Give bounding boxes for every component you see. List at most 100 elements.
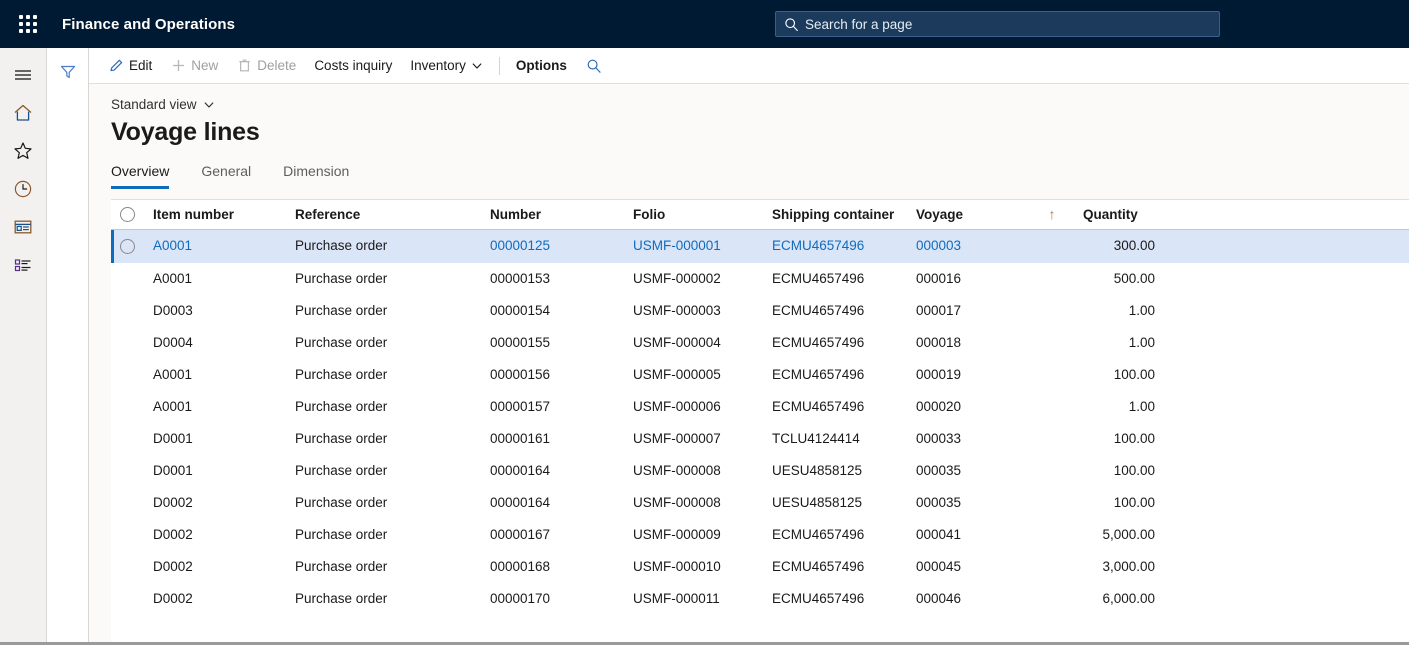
cell-shipping-container[interactable]: ECMU4657496 — [772, 390, 916, 423]
cell-item-number[interactable]: A0001 — [153, 390, 295, 423]
cell-item-number[interactable]: A0001 — [153, 358, 295, 391]
cell-item-number[interactable]: A0001 — [153, 229, 295, 263]
tab-overview[interactable]: Overview — [111, 163, 170, 189]
cell-number[interactable]: 00000154 — [490, 294, 633, 327]
column-header-reference[interactable]: Reference — [295, 200, 490, 230]
column-header-item-number[interactable]: Item number — [153, 200, 295, 230]
row-select-cell[interactable] — [111, 550, 153, 583]
cell-number[interactable]: 00000164 — [490, 486, 633, 519]
column-header-quantity[interactable]: Quantity — [1083, 200, 1155, 230]
table-row[interactable]: D0002 Purchase order 00000167 USMF-000009 EC… — [111, 518, 1409, 551]
cell-voyage[interactable]: 000046 — [916, 582, 1021, 615]
cell-voyage[interactable]: 000033 — [916, 422, 1021, 455]
cell-number[interactable]: 00000168 — [490, 550, 633, 583]
cell-item-number[interactable]: D0002 — [153, 518, 295, 551]
cell-folio[interactable]: USMF-000004 — [633, 326, 772, 359]
cell-folio[interactable]: USMF-000001 — [633, 229, 772, 263]
cell-item-number[interactable]: D0003 — [153, 294, 295, 327]
row-select-cell[interactable] — [111, 262, 153, 295]
options-button[interactable]: Options — [507, 51, 576, 81]
cell-item-number[interactable]: D0001 — [153, 454, 295, 487]
cell-folio[interactable]: USMF-000008 — [633, 486, 772, 519]
table-row[interactable]: D0002 Purchase order 00000164 USMF-000008 UE… — [111, 486, 1409, 519]
cell-shipping-container[interactable]: ECMU4657496 — [772, 229, 916, 263]
cell-number[interactable]: 00000156 — [490, 358, 633, 391]
cell-folio[interactable]: USMF-000006 — [633, 390, 772, 423]
table-row[interactable]: D0002 Purchase order 00000168 USMF-000010 EC… — [111, 550, 1409, 583]
cell-voyage[interactable]: 000003 — [916, 229, 1021, 263]
row-select-cell[interactable] — [111, 294, 153, 327]
cell-folio[interactable]: USMF-000002 — [633, 262, 772, 295]
cell-folio[interactable]: USMF-000011 — [633, 582, 772, 615]
row-select-cell[interactable] — [111, 486, 153, 519]
row-select-cell[interactable] — [111, 358, 153, 391]
cell-voyage[interactable]: 000019 — [916, 358, 1021, 391]
inventory-menu-button[interactable]: Inventory — [401, 51, 492, 81]
cell-shipping-container[interactable]: TCLU4124414 — [772, 422, 916, 455]
cell-voyage[interactable]: 000045 — [916, 550, 1021, 583]
clock-icon[interactable] — [4, 170, 42, 208]
row-select-cell[interactable] — [111, 518, 153, 551]
cell-folio[interactable]: USMF-000010 — [633, 550, 772, 583]
cell-item-number[interactable]: D0002 — [153, 550, 295, 583]
cell-voyage[interactable]: 000018 — [916, 326, 1021, 359]
cell-shipping-container[interactable]: ECMU4657496 — [772, 358, 916, 391]
cell-voyage[interactable]: 000016 — [916, 262, 1021, 295]
tab-general[interactable]: General — [201, 163, 251, 189]
row-select-circle-icon[interactable] — [120, 238, 135, 254]
row-select-cell[interactable] — [111, 454, 153, 487]
cell-voyage[interactable]: 000020 — [916, 390, 1021, 423]
cell-folio[interactable]: USMF-000007 — [633, 422, 772, 455]
edit-button[interactable]: Edit — [99, 51, 161, 81]
table-row[interactable]: D0003 Purchase order 00000154 USMF-000003 EC… — [111, 294, 1409, 327]
cell-shipping-container[interactable]: ECMU4657496 — [772, 550, 916, 583]
table-row[interactable]: D0001 Purchase order 00000164 USMF-000008 UE… — [111, 454, 1409, 487]
cell-shipping-container[interactable]: ECMU4657496 — [772, 518, 916, 551]
column-header-folio[interactable]: Folio — [633, 200, 772, 230]
cell-number[interactable]: 00000157 — [490, 390, 633, 423]
modules-list-icon[interactable] — [4, 246, 42, 284]
table-row[interactable]: A0001 Purchase order 00000153 USMF-000002 EC… — [111, 262, 1409, 295]
cell-number[interactable]: 00000125 — [490, 229, 633, 263]
row-select-cell[interactable] — [111, 422, 153, 455]
costs-inquiry-button[interactable]: Costs inquiry — [305, 51, 401, 81]
column-header-number[interactable]: Number — [490, 200, 633, 230]
cell-voyage[interactable]: 000017 — [916, 294, 1021, 327]
workspace-icon[interactable] — [4, 208, 42, 246]
filter-funnel-icon[interactable] — [56, 60, 80, 84]
cell-folio[interactable]: USMF-000009 — [633, 518, 772, 551]
delete-button[interactable]: Delete — [227, 51, 305, 81]
row-select-cell[interactable] — [111, 326, 153, 359]
table-row[interactable]: D0001 Purchase order 00000161 USMF-000007 TC… — [111, 422, 1409, 455]
search-input[interactable]: Search for a page — [775, 11, 1220, 37]
cell-folio[interactable]: USMF-000003 — [633, 294, 772, 327]
cell-shipping-container[interactable]: UESU4858125 — [772, 454, 916, 487]
cell-item-number[interactable]: D0001 — [153, 422, 295, 455]
cell-number[interactable]: 00000170 — [490, 582, 633, 615]
cell-folio[interactable]: USMF-000005 — [633, 358, 772, 391]
table-row[interactable]: D0004 Purchase order 00000155 USMF-000004 EC… — [111, 326, 1409, 359]
cell-item-number[interactable]: D0002 — [153, 486, 295, 519]
cell-voyage[interactable]: 000035 — [916, 486, 1021, 519]
cell-folio[interactable]: USMF-000008 — [633, 454, 772, 487]
cell-item-number[interactable]: D0002 — [153, 582, 295, 615]
cell-shipping-container[interactable]: UESU4858125 — [772, 486, 916, 519]
hamburger-menu-icon[interactable] — [4, 56, 42, 94]
cell-voyage[interactable]: 000041 — [916, 518, 1021, 551]
app-launcher-icon[interactable] — [8, 4, 48, 44]
home-icon[interactable] — [4, 94, 42, 132]
grid-search-icon[interactable] — [576, 51, 612, 81]
cell-shipping-container[interactable]: ECMU4657496 — [772, 326, 916, 359]
cell-voyage[interactable]: 000035 — [916, 454, 1021, 487]
table-row[interactable]: A0001 Purchase order 00000125 USMF-000001 EC… — [111, 229, 1409, 263]
cell-number[interactable]: 00000164 — [490, 454, 633, 487]
table-row[interactable]: A0001 Purchase order 00000156 USMF-000005 EC… — [111, 358, 1409, 391]
view-selector[interactable]: Standard view — [111, 97, 215, 112]
cell-shipping-container[interactable]: ECMU4657496 — [772, 582, 916, 615]
row-select-circle-icon[interactable] — [120, 206, 135, 222]
row-select-cell[interactable] — [111, 229, 153, 263]
table-row[interactable]: D0002 Purchase order 00000170 USMF-000011 EC… — [111, 582, 1409, 615]
column-header-voyage[interactable]: Voyage — [916, 200, 1021, 230]
new-button[interactable]: New — [161, 51, 227, 81]
table-row[interactable]: A0001 Purchase order 00000157 USMF-000006 EC… — [111, 390, 1409, 423]
